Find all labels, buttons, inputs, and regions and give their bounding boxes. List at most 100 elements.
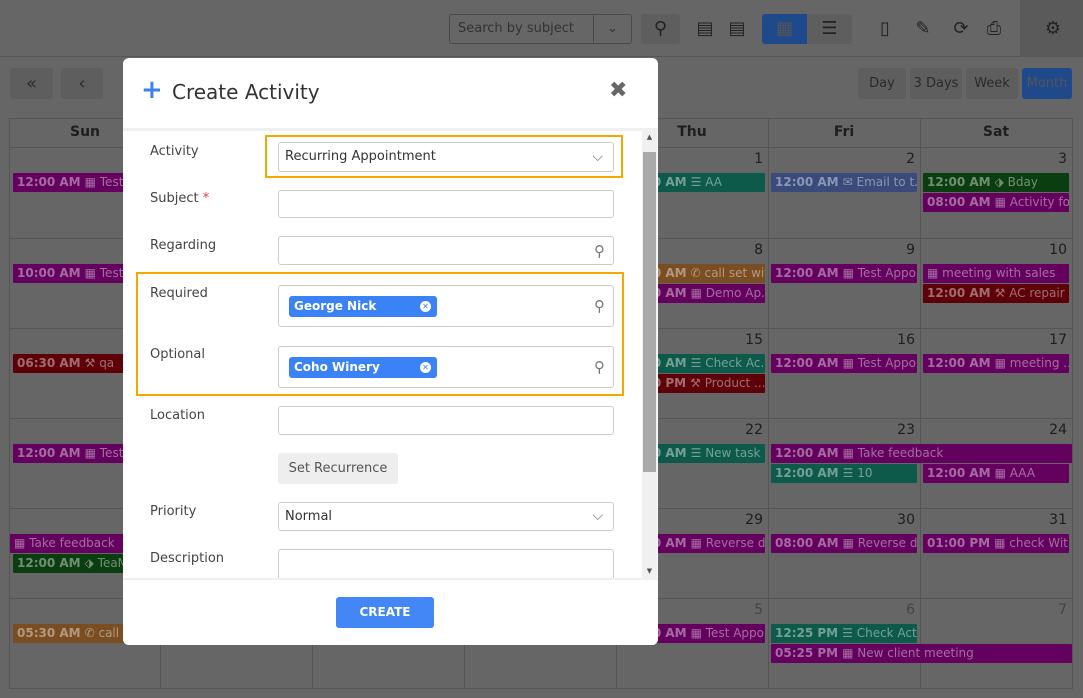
day-number[interactable]: 23 bbox=[769, 422, 915, 438]
optional-attendees-input[interactable]: Coho Winery ✕ ⚲ bbox=[278, 346, 614, 388]
event-title: Reverse d... bbox=[705, 536, 765, 550]
subject-input[interactable] bbox=[278, 190, 614, 218]
event-time: 08:00 AM bbox=[927, 195, 991, 209]
event-time: 12:00 AM bbox=[17, 446, 81, 460]
view-month-button[interactable]: Month bbox=[1022, 68, 1072, 99]
priority-select[interactable]: Normal ⌵ bbox=[278, 502, 614, 531]
calendar-event[interactable]: 05:25 PM ▦ New client meeting bbox=[771, 644, 1072, 663]
search-icon[interactable]: ⚲ bbox=[594, 297, 605, 315]
create-button[interactable]: CREATE bbox=[336, 597, 434, 628]
chevron-down-icon: ⌵ bbox=[592, 508, 603, 524]
gear-icon[interactable]: ⚙ bbox=[1040, 14, 1066, 44]
event-title: AC repair bbox=[1009, 286, 1065, 300]
grid-view-icon[interactable]: ▦ bbox=[762, 14, 807, 44]
task-icon: ☰ bbox=[842, 626, 857, 640]
calendar-event[interactable]: ▦ meeting with sales bbox=[923, 264, 1069, 283]
calendar-event[interactable]: 01:00 PM▦ check Wit... bbox=[923, 534, 1069, 553]
event-time: 12:00 AM bbox=[775, 356, 839, 370]
day-number[interactable]: 7 bbox=[921, 602, 1067, 618]
calendar-icon: ▦ bbox=[690, 626, 706, 640]
calendar-event[interactable]: 08:00 AM▦ Reverse d... bbox=[771, 534, 917, 553]
calendar-event[interactable]: 12:00 AM▦ Test Appo... bbox=[771, 354, 917, 373]
calendar-event[interactable]: 12:00 AM ⚒ AC repair bbox=[923, 284, 1069, 303]
envelope-icon: ✉ bbox=[842, 175, 857, 189]
activity-label: Activity bbox=[150, 144, 199, 159]
close-icon[interactable]: ✖ bbox=[609, 78, 627, 103]
location-input[interactable] bbox=[278, 406, 614, 435]
print-icon[interactable]: ⎙ bbox=[981, 14, 1007, 44]
event-title: Take feedback bbox=[29, 536, 115, 550]
activity-select[interactable]: Recurring Appointment ⌵ bbox=[278, 142, 614, 172]
edit-notes-icon[interactable]: ✎ bbox=[910, 14, 936, 44]
day-number[interactable]: 2 bbox=[769, 151, 915, 167]
calendar-event[interactable]: 12:00 AM✉ Email to t... bbox=[771, 173, 917, 192]
day-number[interactable]: 16 bbox=[769, 332, 915, 348]
search-icon[interactable]: ⚲ bbox=[594, 358, 605, 376]
calendar-event[interactable]: 12:00 AM ▦ Take feedback bbox=[771, 444, 1072, 463]
event-title: qa bbox=[99, 356, 115, 370]
event-title: Email to t... bbox=[856, 175, 917, 189]
event-title: AAA bbox=[1009, 466, 1036, 480]
calendar-event[interactable]: 12:00 AM ▦ meeting ... bbox=[923, 354, 1069, 373]
calendar-event[interactable]: 12:25 PM☰ Check Act... bbox=[771, 624, 917, 643]
day-number[interactable]: 30 bbox=[769, 512, 915, 528]
event-time: 12:00 AM bbox=[775, 175, 839, 189]
task-icon: ☰ bbox=[842, 466, 858, 480]
event-time: 12:25 PM bbox=[775, 626, 839, 640]
day-number[interactable]: 31 bbox=[921, 512, 1067, 528]
optional-label: Optional bbox=[150, 347, 205, 362]
calendar-event[interactable]: 12:00 AM ▦ AAA bbox=[923, 464, 1069, 483]
weekday-header: Fri bbox=[833, 124, 855, 140]
set-recurrence-button[interactable]: Set Recurrence bbox=[278, 453, 398, 484]
calendar-alert-icon[interactable]: ▯ bbox=[872, 14, 898, 44]
scrollbar-thumb[interactable] bbox=[643, 152, 656, 472]
plus-icon: + bbox=[141, 75, 163, 105]
search-icon[interactable]: ⚲ bbox=[594, 242, 605, 260]
remove-chip-icon[interactable]: ✕ bbox=[420, 301, 431, 312]
day-number[interactable]: 17 bbox=[921, 332, 1067, 348]
calendar-icon: ▦ bbox=[842, 536, 858, 550]
view-day-button[interactable]: Day bbox=[858, 68, 906, 99]
calendar-check-icon[interactable]: ▤ bbox=[724, 14, 750, 44]
event-time: 06:30 AM bbox=[17, 356, 81, 370]
event-time: 05:30 AM bbox=[17, 626, 81, 640]
day-number[interactable]: 10 bbox=[921, 242, 1067, 258]
calendar-icon: ▦ bbox=[842, 356, 858, 370]
first-button[interactable]: « bbox=[10, 68, 53, 99]
refresh-icon[interactable]: ⟳ bbox=[948, 14, 974, 44]
calendar-icon: ▦ bbox=[994, 536, 1010, 550]
view-week-button[interactable]: Week bbox=[966, 68, 1018, 99]
event-title: Take feedback bbox=[857, 446, 944, 460]
chevron-down-icon[interactable]: ⌄ bbox=[593, 15, 631, 43]
calendar-icon: ▦ bbox=[84, 175, 100, 189]
view-3days-button[interactable]: 3 Days bbox=[910, 68, 962, 99]
event-time: 12:00 AM bbox=[17, 556, 81, 570]
calendar-x-icon[interactable]: ▤ bbox=[692, 14, 718, 44]
day-number[interactable]: 24 bbox=[921, 422, 1067, 438]
day-number[interactable]: 9 bbox=[769, 242, 915, 258]
remove-chip-icon[interactable]: ✕ bbox=[420, 362, 431, 373]
calendar-icon: ▦ bbox=[690, 286, 706, 300]
day-number[interactable]: 6 bbox=[769, 602, 915, 618]
search-icon[interactable]: ⚲ bbox=[641, 14, 680, 44]
calendar-event[interactable]: 12:00 AM ☰ 10 bbox=[771, 464, 917, 483]
task-icon: ☰ bbox=[690, 175, 706, 189]
required-attendees-input[interactable]: George Nick ✕ ⚲ bbox=[278, 285, 614, 327]
list-view-icon[interactable]: ☰ bbox=[807, 14, 852, 44]
tag-icon: ⬗ bbox=[994, 175, 1008, 189]
calendar-icon: ▦ bbox=[994, 356, 1010, 370]
event-title: Product ... bbox=[704, 376, 765, 390]
location-label: Location bbox=[150, 408, 205, 423]
search-subject-input[interactable]: Search by subject ⌄ bbox=[449, 14, 632, 44]
calendar-event[interactable]: 12:00 AM ⬗ Bday bbox=[923, 173, 1069, 192]
calendar-event[interactable]: 08:00 AM▦ Activity fo... bbox=[923, 193, 1069, 212]
day-number[interactable]: 3 bbox=[921, 151, 1067, 167]
prev-button[interactable]: ‹ bbox=[61, 68, 103, 99]
scrollbar[interactable]: ▲ ▼ bbox=[642, 130, 657, 578]
event-title: Test Appo... bbox=[705, 626, 765, 640]
event-title: call set wit... bbox=[704, 266, 765, 280]
event-time: 01:00 PM bbox=[927, 536, 991, 550]
event-title: Test Appo... bbox=[857, 356, 917, 370]
regarding-input[interactable]: ⚲ bbox=[278, 236, 614, 265]
calendar-event[interactable]: 12:00 AM▦ Test Appo... bbox=[771, 264, 917, 283]
